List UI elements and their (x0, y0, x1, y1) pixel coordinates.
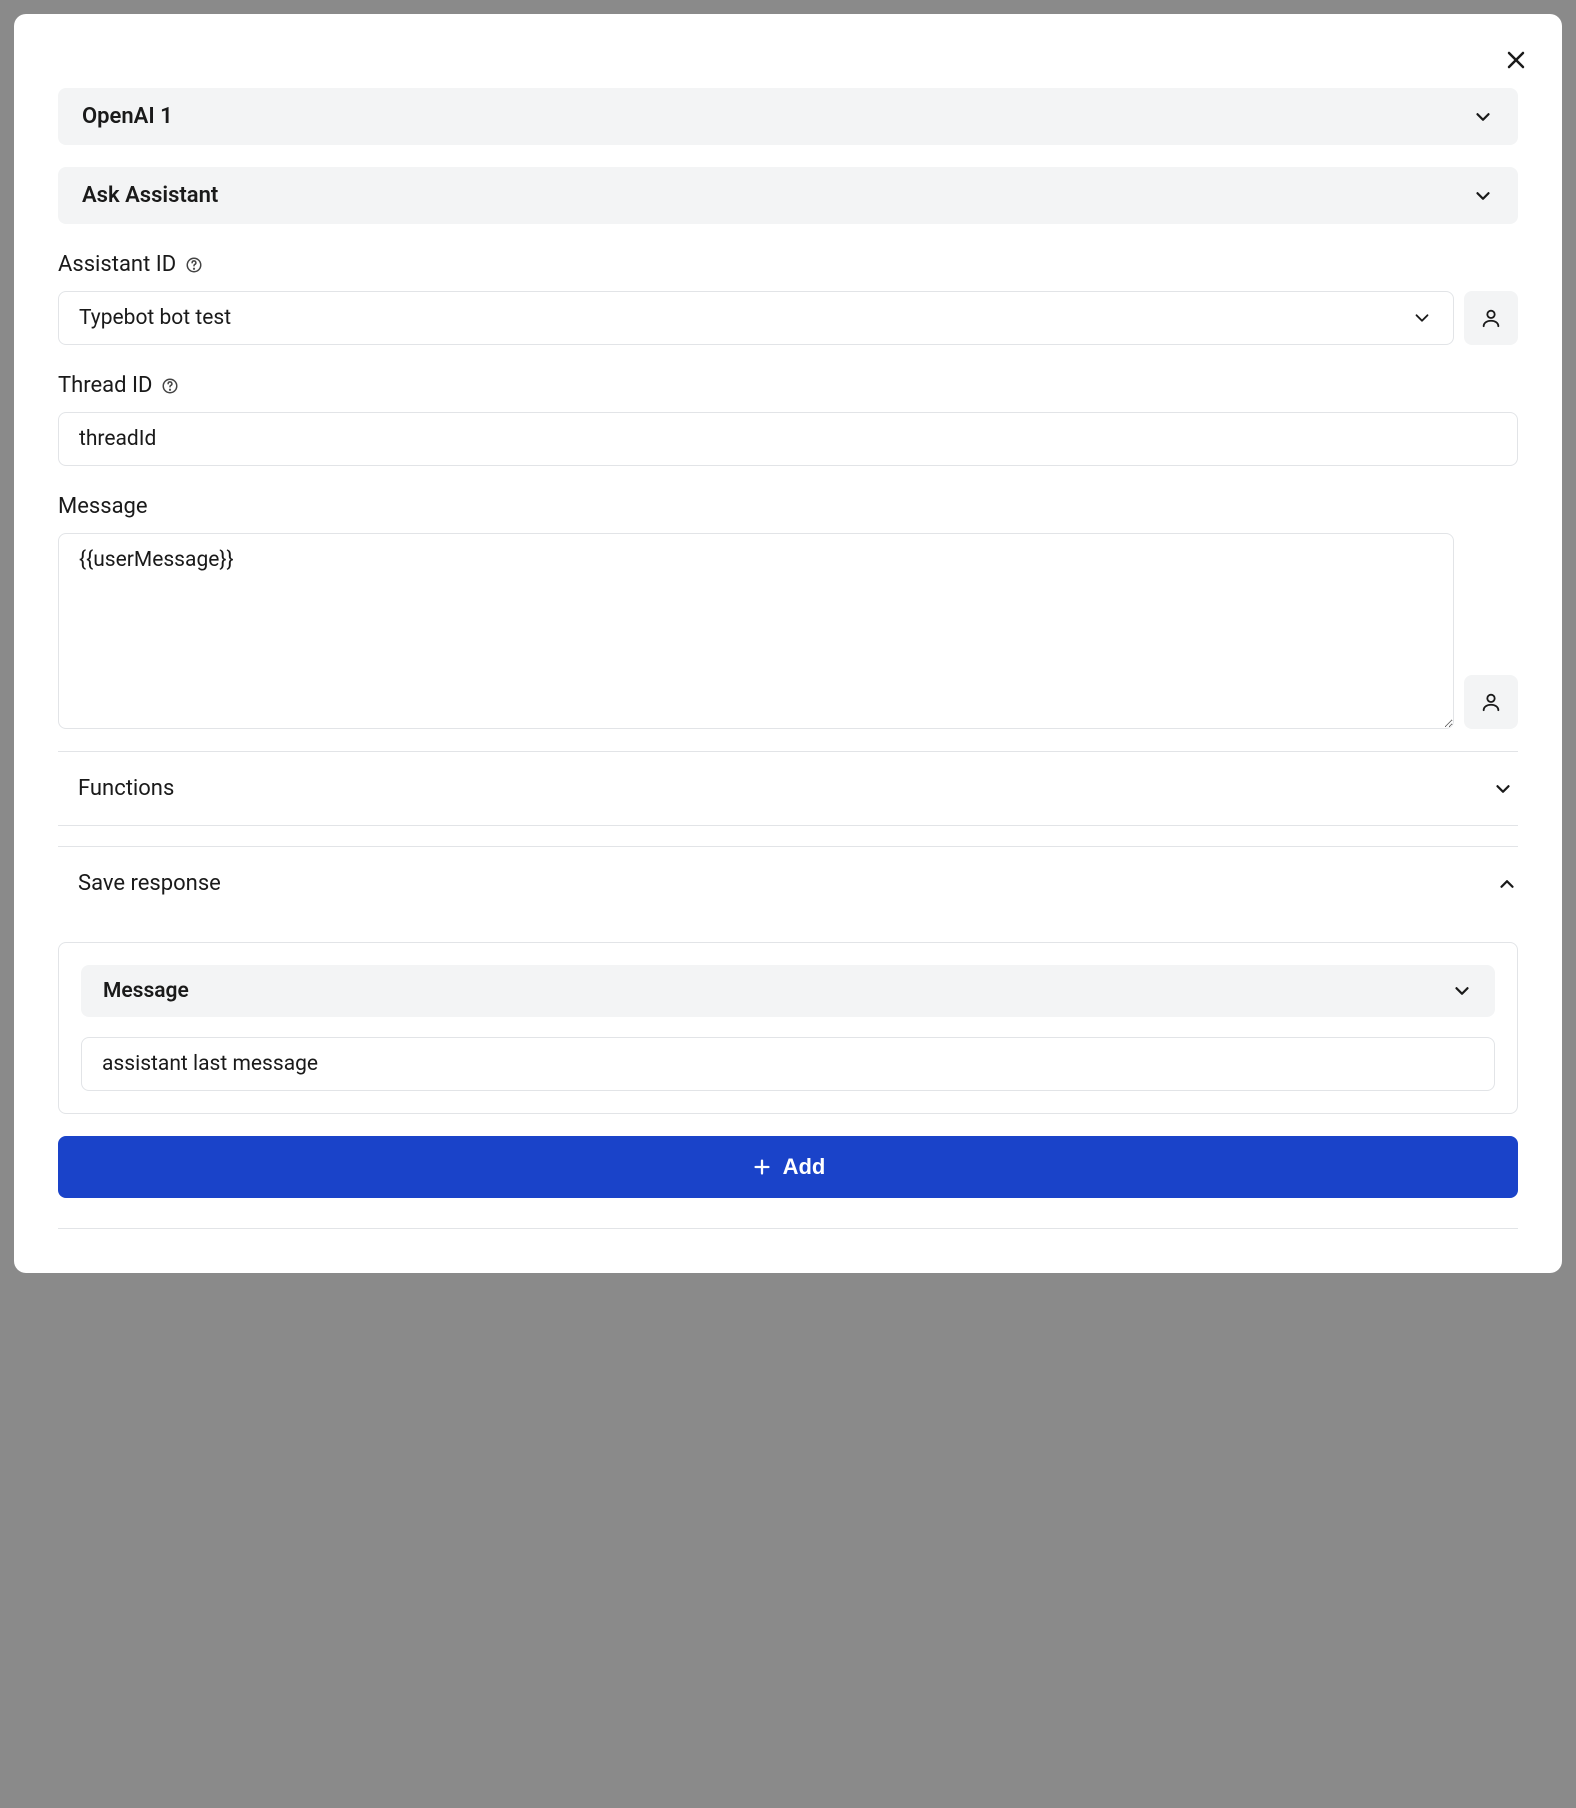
assistant-id-label: Assistant ID (58, 252, 1518, 277)
response-type-label: Message (103, 979, 189, 1003)
response-variable-input[interactable] (81, 1037, 1495, 1091)
connection-select[interactable]: OpenAI 1 (58, 88, 1518, 145)
message-label: Message (58, 494, 1518, 519)
config-modal: OpenAI 1 Ask Assistant Assistant ID (14, 14, 1562, 1273)
help-icon[interactable] (184, 255, 204, 275)
save-response-body: Message Add (58, 920, 1518, 1229)
thread-id-input[interactable] (58, 412, 1518, 466)
save-response-accordion-header[interactable]: Save response (58, 847, 1518, 920)
close-icon (1504, 48, 1528, 72)
chevron-down-icon (1472, 106, 1494, 128)
add-button-label: Add (783, 1154, 826, 1180)
user-icon (1480, 691, 1502, 713)
chevron-down-icon (1472, 185, 1494, 207)
chevron-up-icon (1496, 873, 1518, 895)
chevron-down-icon (1492, 778, 1514, 800)
functions-label: Functions (58, 776, 174, 801)
response-mapping-card: Message (58, 942, 1518, 1114)
close-button[interactable] (1498, 42, 1534, 78)
functions-accordion-header[interactable]: Functions (58, 752, 1518, 826)
user-icon (1480, 307, 1502, 329)
assistant-id-field: Assistant ID Typebot bot test (58, 252, 1518, 345)
variable-picker-button[interactable] (1464, 675, 1518, 729)
add-button[interactable]: Add (58, 1136, 1518, 1198)
divider (58, 1228, 1518, 1229)
help-icon[interactable] (160, 376, 180, 396)
thread-id-field: Thread ID (58, 373, 1518, 466)
message-textarea[interactable] (58, 533, 1454, 729)
chevron-down-icon (1411, 307, 1433, 329)
message-field: Message (58, 494, 1518, 729)
chevron-down-icon (1451, 980, 1473, 1002)
save-response-label: Save response (58, 871, 221, 896)
action-select[interactable]: Ask Assistant (58, 167, 1518, 224)
variable-picker-button[interactable] (1464, 291, 1518, 345)
plus-icon (751, 1156, 773, 1178)
assistant-id-value: Typebot bot test (79, 306, 231, 330)
response-type-select[interactable]: Message (81, 965, 1495, 1017)
action-label: Ask Assistant (82, 183, 218, 208)
connection-label: OpenAI 1 (82, 104, 173, 129)
assistant-id-select[interactable]: Typebot bot test (58, 291, 1454, 345)
thread-id-label: Thread ID (58, 373, 1518, 398)
